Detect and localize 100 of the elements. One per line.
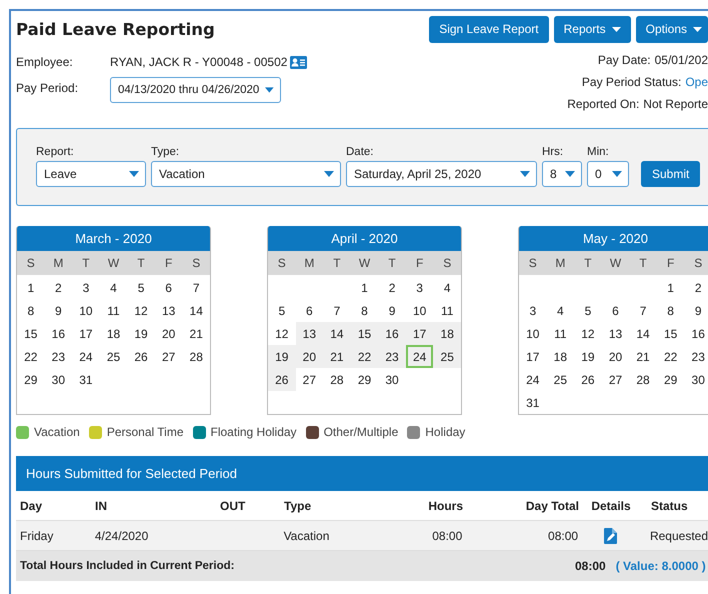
pay-period-dropdown[interactable]: 04/13/2020 thru 04/26/2020 — [110, 77, 281, 103]
calendar-day[interactable]: 2 — [44, 276, 72, 299]
calendar-day[interactable]: 8 — [17, 299, 45, 322]
calendar-day[interactable]: 22 — [656, 345, 684, 368]
calendar-day[interactable]: 24 — [72, 345, 100, 368]
calendar-day[interactable]: 11 — [100, 299, 128, 322]
calendar-day[interactable]: 17 — [72, 322, 100, 345]
calendar-day[interactable]: 28 — [182, 345, 210, 368]
calendar-day[interactable]: 9 — [684, 299, 708, 322]
calendar-day[interactable]: 7 — [323, 299, 351, 322]
calendar-day[interactable]: 13 — [296, 322, 324, 345]
calendar-day[interactable]: 5 — [574, 299, 602, 322]
calendar-day[interactable]: 4 — [433, 276, 461, 299]
calendar-day[interactable]: 10 — [72, 299, 100, 322]
calendar-day[interactable]: 6 — [602, 299, 630, 322]
calendar-day[interactable]: 9 — [378, 299, 406, 322]
calendar-day[interactable]: 2 — [378, 276, 406, 299]
calendar-day[interactable]: 24 — [406, 345, 434, 368]
calendar-day[interactable]: 6 — [296, 299, 324, 322]
header-button[interactable]: Reports — [554, 16, 631, 42]
calendar-day[interactable]: 29 — [17, 368, 45, 391]
calendar-day[interactable]: 20 — [154, 322, 182, 345]
calendar-day[interactable]: 19 — [127, 322, 155, 345]
calendar-day[interactable]: 1 — [656, 276, 684, 299]
calendar-day[interactable]: 17 — [519, 345, 547, 368]
calendar-day[interactable]: 25 — [433, 345, 461, 368]
calendar-day[interactable]: 8 — [350, 299, 378, 322]
calendar-day[interactable]: 18 — [100, 322, 128, 345]
calendar-day[interactable]: 15 — [17, 322, 45, 345]
calendar-day[interactable]: 12 — [127, 299, 155, 322]
calendar-day[interactable]: 7 — [629, 299, 657, 322]
header-button[interactable]: Options — [636, 16, 708, 42]
calendar-day[interactable]: 21 — [323, 345, 351, 368]
calendar-day[interactable]: 21 — [629, 345, 657, 368]
calendar-day[interactable]: 12 — [574, 322, 602, 345]
dropdown-field[interactable]: Vacation — [151, 161, 341, 187]
calendar-day[interactable]: 25 — [100, 345, 128, 368]
calendar-day[interactable]: 8 — [656, 299, 684, 322]
calendar-day[interactable]: 24 — [519, 368, 547, 391]
calendar-day[interactable]: 5 — [268, 299, 296, 322]
calendar-day[interactable]: 3 — [406, 276, 434, 299]
calendar-day[interactable]: 10 — [519, 322, 547, 345]
calendar-day[interactable]: 27 — [296, 368, 324, 391]
calendar-day[interactable]: 29 — [350, 368, 378, 391]
calendar-day[interactable]: 17 — [406, 322, 434, 345]
calendar-day[interactable]: 25 — [546, 368, 574, 391]
document-edit-icon[interactable] — [604, 528, 617, 544]
calendar-day[interactable]: 23 — [44, 345, 72, 368]
calendar-day[interactable]: 18 — [433, 322, 461, 345]
calendar-day[interactable]: 4 — [546, 299, 574, 322]
calendar-day[interactable]: 16 — [684, 322, 708, 345]
calendar-day[interactable]: 14 — [629, 322, 657, 345]
calendar-day[interactable]: 22 — [17, 345, 45, 368]
calendar-day[interactable]: 20 — [602, 345, 630, 368]
calendar-day[interactable]: 31 — [519, 391, 547, 414]
calendar-day[interactable]: 13 — [602, 322, 630, 345]
calendar-day[interactable]: 16 — [44, 322, 72, 345]
calendar-day[interactable]: 26 — [268, 368, 296, 391]
calendar-day[interactable]: 1 — [17, 276, 45, 299]
calendar-day[interactable]: 3 — [72, 276, 100, 299]
dropdown-field[interactable]: 8 — [542, 161, 582, 187]
calendar-day[interactable]: 27 — [602, 368, 630, 391]
calendar-day[interactable]: 27 — [154, 345, 182, 368]
calendar-day[interactable]: 10 — [406, 299, 434, 322]
dropdown-field[interactable]: Leave — [36, 161, 146, 187]
calendar-day[interactable]: 28 — [629, 368, 657, 391]
calendar-day[interactable]: 7 — [182, 276, 210, 299]
calendar-day[interactable]: 29 — [656, 368, 684, 391]
calendar-day[interactable]: 4 — [100, 276, 128, 299]
calendar-day[interactable]: 16 — [378, 322, 406, 345]
calendar-day[interactable]: 13 — [154, 299, 182, 322]
calendar-day[interactable]: 1 — [350, 276, 378, 299]
calendar-day[interactable]: 19 — [268, 345, 296, 368]
calendar-day[interactable]: 15 — [350, 322, 378, 345]
calendar-day[interactable]: 31 — [72, 368, 100, 391]
calendar-day[interactable]: 30 — [44, 368, 72, 391]
calendar-day[interactable]: 6 — [154, 276, 182, 299]
calendar-day[interactable]: 19 — [574, 345, 602, 368]
calendar-day[interactable]: 23 — [378, 345, 406, 368]
calendar-day[interactable]: 30 — [684, 368, 708, 391]
calendar-day[interactable]: 18 — [546, 345, 574, 368]
calendar-day[interactable]: 9 — [44, 299, 72, 322]
calendar-day[interactable]: 26 — [127, 345, 155, 368]
calendar-day[interactable]: 5 — [127, 276, 155, 299]
calendar-day[interactable]: 11 — [433, 299, 461, 322]
dropdown-field[interactable]: Saturday, April 25, 2020 — [346, 161, 537, 187]
calendar-day[interactable]: 28 — [323, 368, 351, 391]
dropdown-field[interactable]: 0 — [587, 161, 629, 187]
calendar-day[interactable]: 11 — [546, 322, 574, 345]
calendar-day[interactable]: 20 — [296, 345, 324, 368]
calendar-day[interactable]: 2 — [684, 276, 708, 299]
calendar-day[interactable]: 14 — [323, 322, 351, 345]
calendar-day[interactable]: 15 — [656, 322, 684, 345]
calendar-day[interactable]: 3 — [519, 299, 547, 322]
submit-button[interactable]: Submit — [641, 161, 700, 187]
contact-card-icon[interactable] — [290, 56, 308, 68]
calendar-day[interactable]: 22 — [350, 345, 378, 368]
status-link[interactable]: Ope — [685, 75, 708, 89]
calendar-day[interactable]: 12 — [268, 322, 296, 345]
calendar-day[interactable]: 30 — [378, 368, 406, 391]
